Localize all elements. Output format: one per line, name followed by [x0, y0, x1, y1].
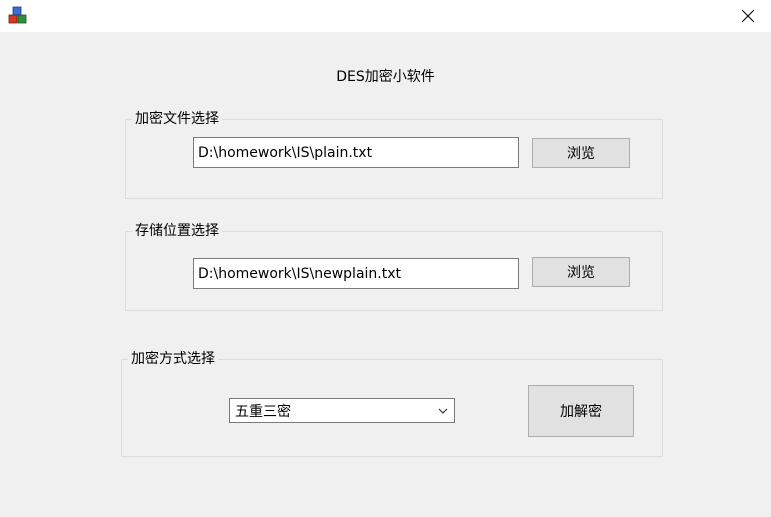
- browse-source-button[interactable]: 浏览: [532, 138, 630, 168]
- save-location-group-label: 存储位置选择: [132, 221, 222, 241]
- encrypt-decrypt-button[interactable]: 加解密: [528, 385, 634, 437]
- encrypt-decrypt-label: 加解密: [560, 404, 602, 420]
- browse-output-label: 浏览: [567, 265, 595, 281]
- encryption-method-group-label: 加密方式选择: [128, 349, 218, 369]
- browse-source-label: 浏览: [567, 146, 595, 162]
- browse-output-button[interactable]: 浏览: [532, 257, 630, 287]
- encryption-method-dropdown[interactable]: 五重三密: [229, 398, 455, 423]
- output-path-input[interactable]: [193, 258, 519, 289]
- encryption-method-selected: 五重三密: [235, 403, 291, 420]
- close-icon: [741, 9, 755, 22]
- close-button[interactable]: [725, 0, 771, 31]
- source-path-input[interactable]: [193, 137, 519, 168]
- file-select-group-label: 加密文件选择: [132, 109, 222, 129]
- chevron-down-icon: [438, 408, 448, 414]
- app-cube-icon: [8, 6, 27, 24]
- title-bar: [0, 0, 771, 32]
- app-heading: DES加密小软件: [336, 69, 435, 85]
